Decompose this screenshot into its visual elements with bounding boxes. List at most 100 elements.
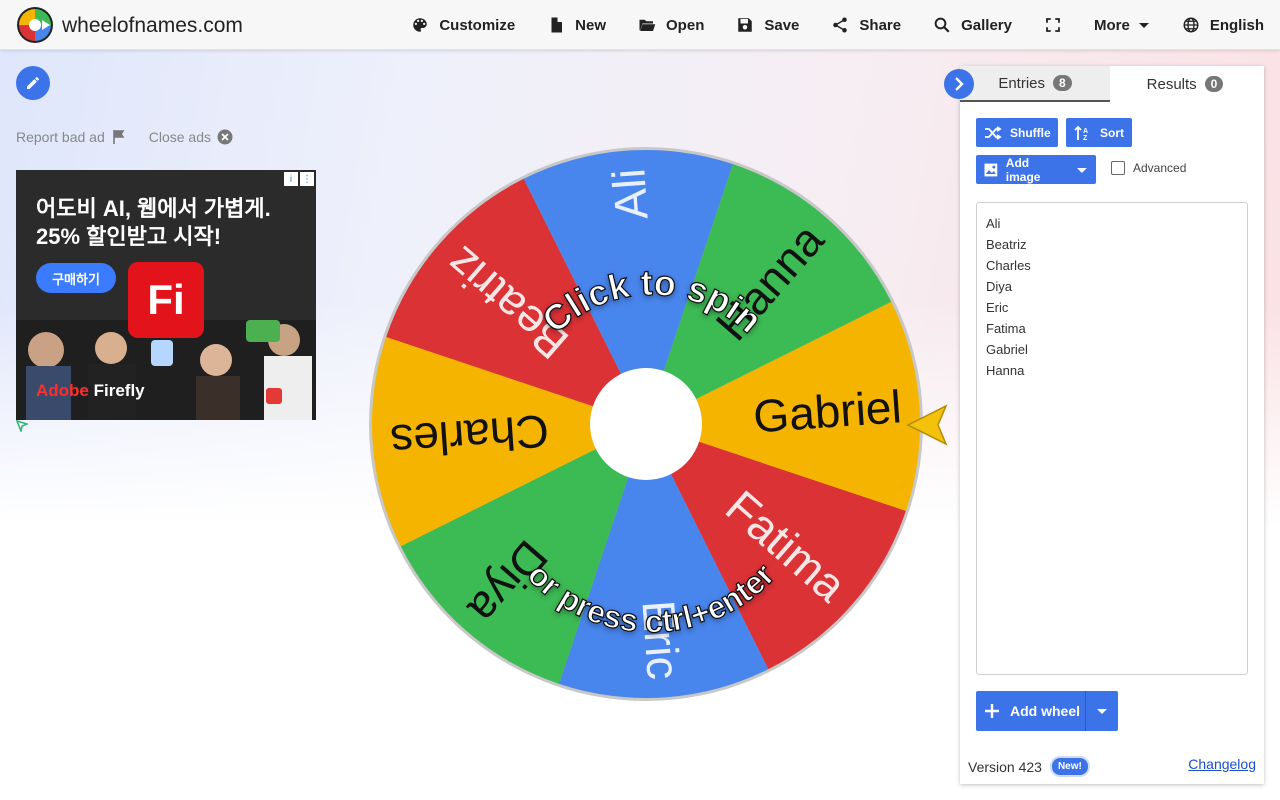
shuffle-label: Shuffle	[1010, 125, 1051, 140]
wheel-segment-label: Charles	[389, 405, 551, 468]
report-bad-ad-label: Report bad ad	[16, 129, 105, 145]
ad-choices-icon[interactable]	[16, 420, 28, 432]
svg-text:Z: Z	[1083, 135, 1088, 141]
share-button[interactable]: Share	[815, 0, 917, 50]
tab-entries-label: Entries	[998, 74, 1045, 92]
wheel-segment-label: Gabriel	[752, 380, 904, 442]
ad-cta-button[interactable]: 구매하기	[36, 263, 116, 293]
main-nav: Customize New Open Save Share Gallery Mo…	[395, 0, 1280, 50]
ad-headline-line-2: 25% 할인받고 시작!	[36, 224, 222, 249]
add-image-label: Add image	[1005, 155, 1041, 184]
tab-entries[interactable]: Entries 8	[960, 66, 1110, 102]
ad-info-icon[interactable]: i	[284, 172, 298, 186]
entry-line: Diya	[986, 279, 1013, 294]
ad-links: Report bad ad Close ads	[16, 129, 255, 145]
palette-icon	[413, 18, 428, 32]
entries-textarea[interactable]: Ali Beatriz Charles Diya Eric Fatima Gabriel Ha…	[976, 202, 1248, 675]
sort-icon: AZ	[1074, 125, 1088, 141]
entry-line: Beatriz	[986, 237, 1027, 252]
wheel-segment-label: Ali	[602, 167, 657, 222]
more-label: More	[1093, 16, 1130, 34]
share-label: Share	[859, 16, 902, 34]
folder-open-icon	[639, 19, 656, 31]
ad-headline-line-1: 어도비 AI, 웹에서 가볍게.	[36, 196, 271, 221]
wheel-center[interactable]	[590, 368, 702, 480]
entry-line: Ali	[986, 216, 1001, 231]
svg-text:A: A	[1083, 128, 1088, 135]
advanced-checkbox-box[interactable]	[1111, 161, 1125, 175]
image-icon	[984, 163, 998, 176]
wheel-graphic[interactable]: GabrielFatimaEricDiyaCharlesBeatrizAliHa…	[368, 146, 924, 702]
more-menu-button[interactable]: More	[1078, 0, 1166, 50]
top-bar: wheelofnames.com Customize New Open Save…	[0, 0, 1280, 50]
entries-panel: Entries 8 Results 0 Shuffle AZ Sort Add …	[960, 66, 1264, 784]
version-label: Version 423	[968, 758, 1042, 775]
advanced-label: Advanced	[1133, 161, 1187, 175]
adobe-firefly-logo: Fi	[128, 262, 204, 338]
caret-down-icon	[1077, 167, 1088, 173]
entry-line: Fatima	[986, 321, 1026, 336]
customize-button[interactable]: Customize	[395, 0, 531, 50]
close-ads-link[interactable]: Close ads	[149, 129, 233, 145]
add-wheel-label: Add wheel	[1010, 703, 1081, 719]
search-icon	[934, 17, 950, 33]
tab-results-label: Results	[1146, 75, 1197, 93]
open-button[interactable]: Open	[622, 0, 720, 50]
plus-icon	[985, 704, 999, 718]
wheel-pointer-icon	[906, 404, 948, 446]
caret-down-icon	[1097, 709, 1107, 714]
gallery-button[interactable]: Gallery	[917, 0, 1028, 50]
report-bad-ad-link[interactable]: Report bad ad	[16, 129, 127, 145]
ad-brand-adobe: Adobe	[36, 381, 89, 400]
add-wheel-button[interactable]: Add wheel	[976, 691, 1118, 731]
panel-tabs: Entries 8 Results 0	[960, 66, 1264, 102]
save-button[interactable]: Save	[720, 0, 815, 50]
open-label: Open	[666, 16, 705, 34]
language-button[interactable]: English	[1166, 0, 1280, 50]
shuffle-icon	[985, 125, 1002, 140]
add-wheel-dropdown[interactable]	[1086, 691, 1118, 731]
flag-icon	[112, 130, 125, 144]
shuffle-button[interactable]: Shuffle	[976, 118, 1058, 147]
advanced-checkbox[interactable]: Advanced	[1111, 161, 1186, 175]
customize-label: Customize	[439, 16, 516, 34]
globe-icon	[1183, 17, 1199, 33]
share-icon	[833, 17, 848, 33]
sort-label: Sort	[1100, 125, 1124, 140]
save-label: Save	[764, 16, 800, 34]
chevron-right-icon	[955, 77, 964, 91]
version-info: Version 423 New!	[968, 756, 1090, 777]
tab-results[interactable]: Results 0	[1110, 66, 1260, 102]
site-logo-icon[interactable]	[16, 6, 54, 44]
sort-button[interactable]: AZ Sort	[1066, 118, 1132, 147]
spin-wheel[interactable]: Gabriel Fatima Eric Diya Charles Beatriz Ali Ha…	[368, 146, 924, 702]
collapse-panel-button[interactable]	[944, 69, 974, 99]
site-title[interactable]: wheelofnames.com	[62, 14, 243, 38]
new-badge[interactable]: New!	[1049, 756, 1090, 777]
save-icon	[738, 18, 753, 32]
ad-brand: Adobe Firefly	[36, 381, 145, 401]
close-circle-icon	[217, 129, 233, 145]
ad-menu-icon[interactable]: ⋮	[300, 172, 314, 186]
edit-wheel-button[interactable]	[16, 66, 50, 100]
entry-line: Charles	[986, 258, 1031, 273]
ad-info: i ⋮	[282, 172, 314, 186]
language-label: English	[1209, 16, 1264, 34]
entry-line: Eric	[986, 300, 1009, 315]
fullscreen-icon	[1046, 18, 1060, 32]
changelog-link[interactable]: Changelog	[1188, 756, 1256, 772]
gallery-label: Gallery	[961, 16, 1012, 34]
entries-count-badge: 8	[1053, 75, 1072, 91]
ad-brand-firefly: Firefly	[88, 381, 145, 400]
add-image-button[interactable]: Add image	[976, 155, 1096, 184]
fullscreen-button[interactable]	[1028, 0, 1078, 50]
add-wheel-main[interactable]: Add wheel	[976, 691, 1086, 731]
close-ads-label: Close ads	[148, 129, 211, 145]
ad-headline: 어도비 AI, 웹에서 가볍게. 25% 할인받고 시작!	[36, 195, 306, 251]
new-label: New	[575, 16, 607, 34]
advertisement-banner[interactable]: 어도비 AI, 웹에서 가볍게. 25% 할인받고 시작! 구매하기 Fi Ad…	[16, 170, 316, 420]
entry-line: Hanna	[986, 363, 1025, 378]
entry-line: Gabriel	[986, 342, 1028, 357]
results-count-badge: 0	[1204, 76, 1224, 92]
new-button[interactable]: New	[531, 0, 622, 50]
